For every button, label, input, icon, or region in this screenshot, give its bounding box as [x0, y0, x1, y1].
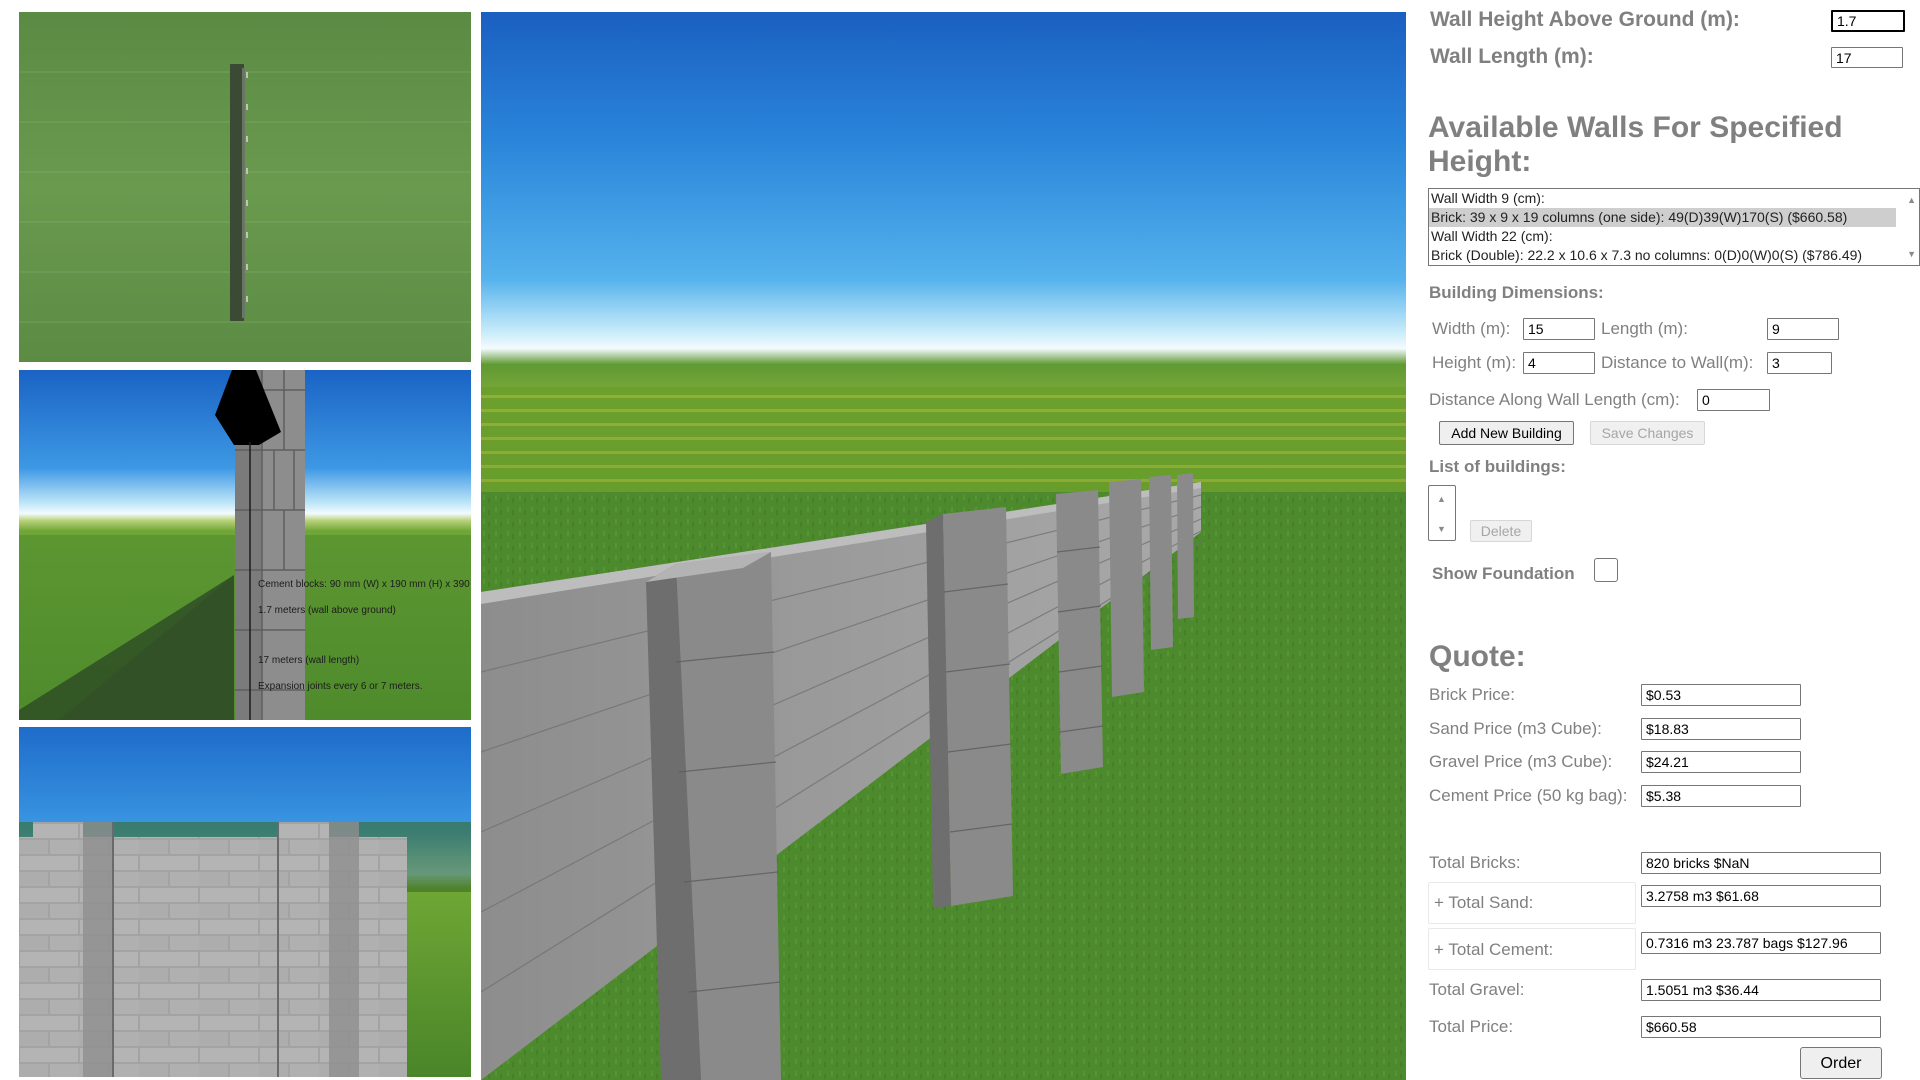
- annotation-block-size: Cement blocks: 90 mm (W) x 190 mm (H) x …: [258, 579, 471, 590]
- total-bricks-output[interactable]: [1641, 852, 1881, 874]
- total-sand-label: + Total Sand:: [1434, 893, 1534, 912]
- side-view-scene: Cement blocks: 90 mm (W) x 190 mm (H) x …: [19, 370, 471, 720]
- save-changes-button[interactable]: Save Changes: [1590, 421, 1705, 445]
- wall-option[interactable]: Brick (Double): 22.2 x 10.6 x 7.3 no col…: [1429, 246, 1896, 265]
- add-building-button[interactable]: Add New Building: [1439, 421, 1574, 445]
- wall-option[interactable]: Wall Width 9 (cm):: [1429, 189, 1896, 208]
- cement-price-label: Cement Price (50 kg bag):: [1429, 786, 1628, 805]
- buildings-listbox[interactable]: ▲ ▼: [1428, 485, 1456, 541]
- building-height-input[interactable]: [1523, 352, 1595, 374]
- total-sand-output[interactable]: [1641, 885, 1881, 907]
- scroll-down-arrow-icon[interactable]: ▼: [1907, 249, 1916, 259]
- total-bricks-label: Total Bricks:: [1429, 853, 1521, 872]
- main-3d-viewport[interactable]: [481, 12, 1406, 1080]
- total-price-label: Total Price:: [1429, 1017, 1514, 1036]
- front-view-canvas[interactable]: [19, 727, 471, 1077]
- wall-option[interactable]: Wall Width 22 (cm):: [1429, 227, 1896, 246]
- quote-heading: Quote:: [1429, 640, 1526, 673]
- gravel-price-label: Gravel Price (m3 Cube):: [1429, 752, 1613, 771]
- gravel-price-input[interactable]: [1641, 751, 1801, 773]
- height-label: Height (m):: [1432, 353, 1517, 372]
- wall-top-outline: [230, 64, 244, 321]
- available-walls-listbox[interactable]: Wall Width 9 (cm): Brick: 39 x 9 x 19 co…: [1428, 188, 1920, 266]
- wall-height-label: Wall Height Above Ground (m):: [1430, 8, 1740, 31]
- sand-price-input[interactable]: [1641, 718, 1801, 740]
- show-foundation-label: Show Foundation: [1432, 564, 1575, 583]
- distance-to-wall-input[interactable]: [1767, 352, 1832, 374]
- delete-button[interactable]: Delete: [1470, 520, 1532, 542]
- scroll-up-arrow-icon[interactable]: ▲: [1437, 494, 1446, 504]
- total-gravel-label: Total Gravel:: [1429, 980, 1525, 999]
- total-cement-label: + Total Cement:: [1434, 940, 1554, 959]
- brick-price-label: Brick Price:: [1429, 685, 1515, 704]
- top-view-scene: [19, 12, 471, 362]
- wall-option-selected[interactable]: Brick: 39 x 9 x 19 columns (one side): 4…: [1429, 208, 1896, 227]
- main-3d-scene: [481, 12, 1406, 1080]
- distance-along-input[interactable]: [1697, 389, 1770, 411]
- building-width-input[interactable]: [1523, 318, 1595, 340]
- wall-length-label: Wall Length (m):: [1430, 45, 1594, 68]
- front-view-scene: [19, 727, 471, 1077]
- building-length-input[interactable]: [1767, 318, 1839, 340]
- show-foundation-checkbox[interactable]: [1594, 558, 1618, 582]
- distance-along-label: Distance Along Wall Length (cm):: [1429, 390, 1680, 409]
- annotation-expansion-joints: Expansion joints every 6 or 7 meters.: [258, 681, 423, 692]
- annotation-wall-length: 17 meters (wall length): [258, 655, 359, 666]
- available-walls-heading: Available Walls For Specified Height:: [1428, 111, 1843, 178]
- cement-price-input[interactable]: [1641, 785, 1801, 807]
- building-dimensions-label: Building Dimensions:: [1429, 283, 1604, 302]
- width-label: Width (m):: [1432, 319, 1511, 338]
- wall-length-input[interactable]: [1831, 47, 1903, 68]
- length-label: Length (m):: [1601, 319, 1688, 338]
- side-view-canvas[interactable]: Cement blocks: 90 mm (W) x 190 mm (H) x …: [19, 370, 471, 720]
- wall-height-input[interactable]: [1831, 10, 1905, 32]
- annotation-wall-height: 1.7 meters (wall above ground): [258, 605, 396, 616]
- distance-to-wall-label: Distance to Wall(m):: [1601, 353, 1754, 372]
- order-button[interactable]: Order: [1800, 1047, 1882, 1079]
- total-cement-output[interactable]: [1641, 932, 1881, 954]
- top-view-canvas[interactable]: [19, 12, 471, 362]
- scroll-down-arrow-icon[interactable]: ▼: [1437, 524, 1446, 534]
- total-gravel-output[interactable]: [1641, 979, 1881, 1001]
- list-of-buildings-label: List of buildings:: [1429, 457, 1566, 476]
- total-price-output[interactable]: [1641, 1016, 1881, 1038]
- scroll-up-arrow-icon[interactable]: ▲: [1907, 195, 1916, 205]
- brick-price-input[interactable]: [1641, 684, 1801, 706]
- sand-price-label: Sand Price (m3 Cube):: [1429, 719, 1602, 738]
